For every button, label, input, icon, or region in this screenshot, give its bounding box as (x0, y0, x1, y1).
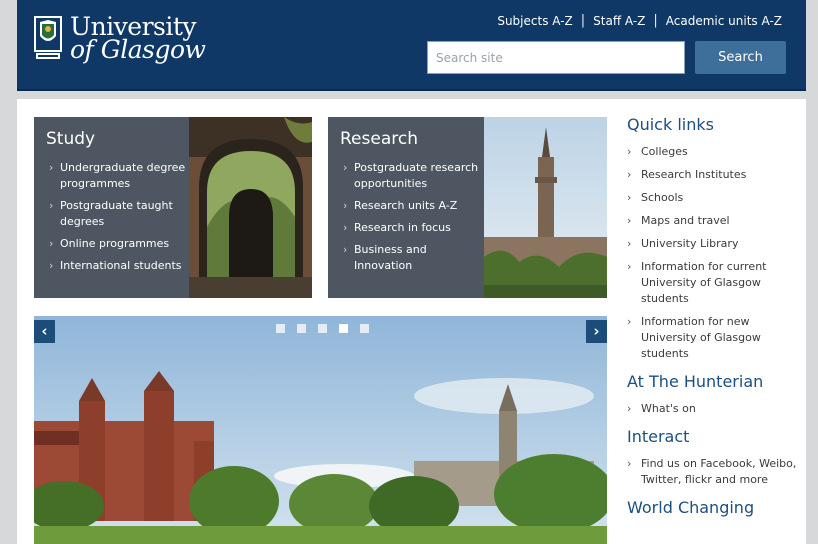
study-title[interactable]: Study (46, 129, 189, 149)
quick-link[interactable]: › Information for new University of Glasg… (627, 314, 802, 362)
chevron-right-icon: › (627, 145, 632, 158)
site-header: University of Glasgow Subjects A-Z | Sta… (17, 0, 806, 91)
crest-icon (34, 16, 62, 59)
hunterian-heading: At The Hunterian (627, 372, 764, 391)
chevron-right-icon: › (627, 191, 632, 204)
tower-photo (484, 117, 607, 298)
image-carousel[interactable]: ‹ › (34, 316, 607, 544)
carousel-dot[interactable] (360, 324, 369, 333)
chevron-right-icon: › (627, 402, 632, 415)
quick-link[interactable]: › University Library (627, 236, 802, 252)
carousel-dot-active[interactable] (339, 324, 348, 333)
chevron-right-icon: › (343, 243, 348, 256)
cloisters-photo (189, 117, 312, 298)
hunterian-list: › What's on (627, 401, 802, 417)
research-card: Research › Postgraduate research opportun… (328, 117, 607, 298)
hunterian-link[interactable]: › What's on (627, 401, 802, 417)
main-content: Study › Undergraduate degree programmes ›… (17, 99, 806, 544)
chevron-left-icon[interactable]: ‹ (34, 320, 55, 343)
staff-az-link[interactable]: Staff A-Z (593, 14, 645, 28)
carousel-dot[interactable] (297, 324, 306, 333)
chevron-right-icon: › (49, 161, 54, 174)
university-logo[interactable]: University of Glasgow (32, 14, 206, 64)
interact-list: › Find us on Facebook, Weibo, Twitter, fl… (627, 456, 802, 488)
academic-units-az-link[interactable]: Academic units A-Z (666, 14, 782, 28)
carousel-pagination (276, 324, 381, 333)
chevron-right-icon: › (627, 457, 632, 470)
subjects-az-link[interactable]: Subjects A-Z (497, 14, 572, 28)
chevron-right-icon[interactable]: › (586, 320, 607, 343)
interact-link[interactable]: › Find us on Facebook, Weibo, Twitter, fl… (627, 456, 802, 488)
kelvingrove-photo (34, 316, 607, 544)
research-link[interactable]: › Research in focus (340, 220, 483, 236)
chevron-right-icon: › (343, 221, 348, 234)
research-title[interactable]: Research (340, 129, 483, 149)
search-input[interactable] (427, 41, 685, 74)
chevron-right-icon: › (627, 168, 632, 181)
chevron-right-icon: › (627, 315, 632, 328)
search-button[interactable]: Search (695, 41, 786, 74)
quick-link[interactable]: › Maps and travel (627, 213, 802, 229)
research-link[interactable]: › Postgraduate research opportunities (340, 160, 483, 192)
study-link[interactable]: › International students (46, 258, 189, 274)
carousel-dot[interactable] (276, 324, 285, 333)
study-card: Study › Undergraduate degree programmes ›… (34, 117, 312, 298)
logo-line-2: of Glasgow (70, 35, 206, 64)
chevron-right-icon: › (627, 237, 632, 250)
carousel-dot[interactable] (318, 324, 327, 333)
quick-link[interactable]: › Research Institutes (627, 167, 802, 183)
study-link[interactable]: › Postgraduate taught degrees (46, 198, 189, 230)
quick-links-list: › Colleges › Research Institutes › Schools … (627, 144, 802, 362)
chevron-right-icon: › (343, 199, 348, 212)
chevron-right-icon: › (49, 199, 54, 212)
link-divider: | (580, 13, 586, 28)
world-changing-heading: World Changing (627, 498, 755, 517)
study-link[interactable]: › Online programmes (46, 236, 189, 252)
top-links: Subjects A-Z | Staff A-Z | Academic unit… (497, 13, 782, 28)
quick-link[interactable]: › Colleges (627, 144, 802, 160)
chevron-right-icon: › (49, 259, 54, 272)
chevron-right-icon: › (627, 260, 632, 273)
chevron-right-icon: › (49, 237, 54, 250)
study-link[interactable]: › Undergraduate degree programmes (46, 160, 189, 192)
quick-links-heading: Quick links (627, 115, 714, 134)
sidebar: Quick links › Colleges › Research Institut… (627, 115, 802, 527)
quick-link[interactable]: › Information for current University of G… (627, 259, 802, 307)
research-link[interactable]: › Business and Innovation (340, 242, 483, 274)
quick-link[interactable]: › Schools (627, 190, 802, 206)
research-link[interactable]: › Research units A-Z (340, 198, 483, 214)
link-divider: | (653, 13, 658, 28)
chevron-right-icon: › (343, 161, 348, 174)
chevron-right-icon: › (627, 214, 632, 227)
interact-heading: Interact (627, 427, 690, 446)
